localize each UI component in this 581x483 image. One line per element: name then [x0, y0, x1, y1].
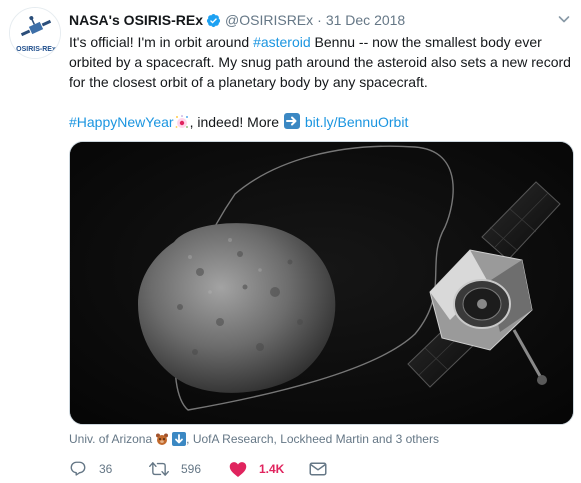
tweet-text-part: , indeed! More — [189, 114, 283, 130]
tagged-first: Univ. of Arizona — [69, 432, 153, 446]
bennu-orbit-illustration — [70, 142, 573, 424]
avatar[interactable]: OSIRIS-REx — [9, 7, 61, 59]
down-arrow-emoji-icon — [172, 432, 187, 446]
tweet-paragraph-2: #HappyNewYear , indeed! More bit.ly/Bennu… — [69, 112, 574, 135]
like-count: 1.4K — [259, 462, 285, 476]
account-name[interactable]: NASA's OSIRIS-REx — [69, 12, 203, 28]
direct-message-button[interactable] — [309, 461, 327, 477]
tweet-text-part: It's official! I'm in orbit around — [69, 34, 254, 50]
chevron-down-icon[interactable] — [555, 10, 573, 28]
reply-icon — [69, 460, 87, 478]
retweet-button[interactable]: 596 — [149, 460, 201, 478]
reply-button[interactable]: 36 — [69, 460, 112, 478]
tweet-date[interactable]: 31 Dec 2018 — [326, 12, 405, 28]
bennu-orbit-link[interactable]: bit.ly/BennuOrbit — [305, 114, 409, 130]
account-handle[interactable]: @OSIRISREx — [225, 12, 313, 28]
avatar-text: OSIRIS-REx — [16, 46, 56, 53]
osiris-rex-logo: OSIRIS-REx — [10, 8, 60, 58]
tweet-text: It's official! I'm in orbit around #aste… — [69, 32, 574, 135]
reply-count: 36 — [99, 462, 113, 476]
tweet-header: NASA's OSIRIS-REx @OSIRISREx · 31 Dec 20… — [69, 11, 405, 29]
like-button[interactable]: 1.4K — [229, 461, 284, 478]
tweet-image[interactable] — [69, 141, 574, 425]
bear-emoji-icon — [155, 432, 170, 446]
retweet-count: 596 — [181, 462, 202, 476]
header-separator: · — [317, 12, 322, 28]
tweet-paragraph-1: It's official! I'm in orbit around #aste… — [69, 32, 574, 92]
asteroid-bennu — [138, 223, 336, 393]
hashtag-happynewyear-link[interactable]: #HappyNewYear — [69, 114, 174, 130]
heart-icon — [229, 461, 247, 478]
tweet-actions: 36 596 1.4K — [69, 459, 574, 479]
envelope-icon — [309, 461, 327, 477]
tagged-rest: , UofA Research, Lockheed Martin and 3 o… — [186, 432, 439, 446]
party-emoji-icon — [174, 114, 190, 135]
retweet-icon — [149, 460, 169, 478]
verified-badge-icon — [206, 13, 221, 28]
right-arrow-emoji-icon — [283, 112, 301, 135]
tagged-accounts[interactable]: Univ. of Arizona , UofA Research, Lockhe… — [69, 431, 439, 447]
hashtag-asteroid-link[interactable]: #asteroid — [253, 34, 311, 50]
